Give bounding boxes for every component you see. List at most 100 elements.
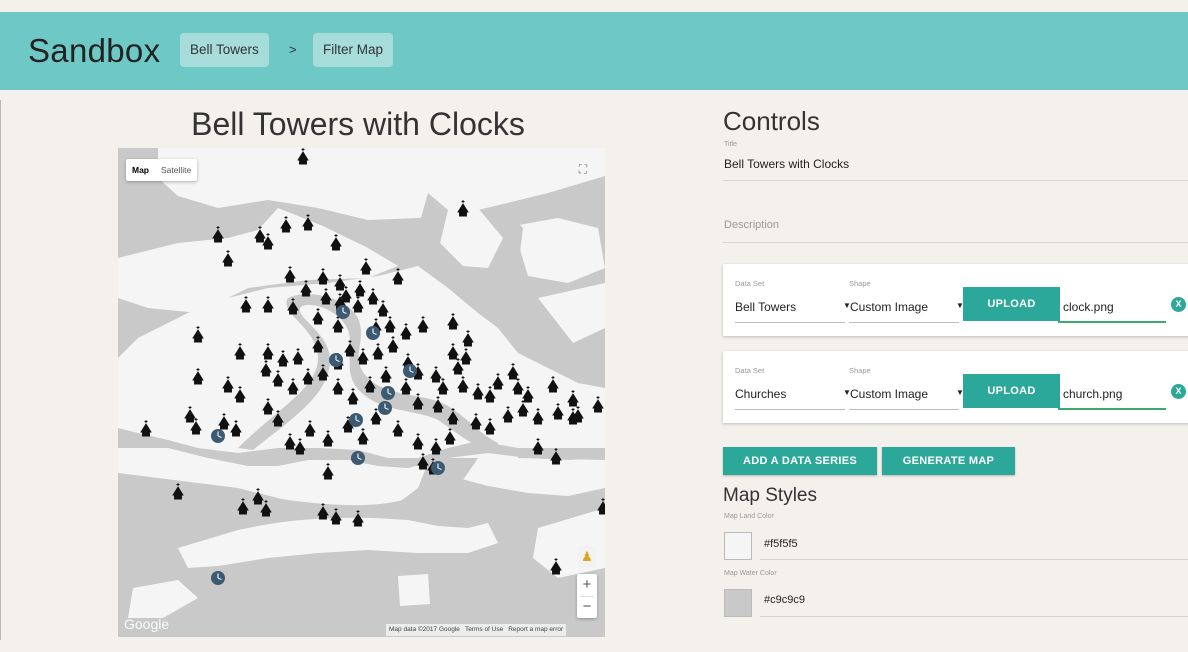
- church-icon[interactable]: [592, 396, 604, 413]
- church-icon[interactable]: [317, 503, 329, 520]
- church-icon[interactable]: [532, 438, 544, 455]
- upload-button[interactable]: UPLOAD: [963, 287, 1060, 321]
- map-type-map-button[interactable]: Map: [126, 159, 155, 181]
- church-icon[interactable]: [552, 403, 564, 420]
- church-icon[interactable]: [262, 398, 274, 415]
- church-icon[interactable]: [357, 348, 369, 365]
- church-icon[interactable]: [332, 378, 344, 395]
- church-icon[interactable]: [567, 390, 579, 407]
- church-icon[interactable]: [280, 216, 292, 233]
- church-icon[interactable]: [380, 366, 392, 383]
- church-icon[interactable]: [357, 428, 369, 445]
- church-icon[interactable]: [234, 343, 246, 360]
- church-icon[interactable]: [334, 274, 346, 291]
- church-icon[interactable]: [507, 363, 519, 380]
- church-icon[interactable]: [330, 508, 342, 525]
- church-icon[interactable]: [262, 343, 274, 360]
- church-icon[interactable]: [312, 308, 324, 325]
- church-icon[interactable]: [484, 418, 496, 435]
- church-icon[interactable]: [222, 376, 234, 393]
- church-icon[interactable]: [317, 268, 329, 285]
- church-icon[interactable]: [297, 148, 309, 165]
- church-icon[interactable]: [300, 280, 312, 297]
- church-icon[interactable]: [392, 268, 404, 285]
- church-icon[interactable]: [432, 396, 444, 413]
- church-icon[interactable]: [237, 498, 249, 515]
- church-icon[interactable]: [377, 300, 389, 317]
- church-icon[interactable]: [252, 488, 264, 505]
- church-icon[interactable]: [260, 500, 272, 517]
- church-icon[interactable]: [430, 438, 442, 455]
- church-icon[interactable]: [287, 298, 299, 315]
- church-icon[interactable]: [512, 378, 524, 395]
- church-icon[interactable]: [470, 413, 482, 430]
- shape-select[interactable]: Custom Image: [850, 387, 928, 401]
- church-icon[interactable]: [234, 386, 246, 403]
- church-icon[interactable]: [140, 420, 152, 437]
- app-brand[interactable]: Sandbox: [28, 32, 160, 70]
- church-icon[interactable]: [302, 214, 314, 231]
- clock-icon[interactable]: [351, 451, 365, 465]
- church-icon[interactable]: [347, 388, 359, 405]
- church-icon[interactable]: [547, 376, 559, 393]
- church-icon[interactable]: [492, 373, 504, 390]
- data-set-select[interactable]: Bell Towers: [735, 300, 796, 314]
- fullscreen-icon[interactable]: ⛶: [574, 160, 592, 178]
- clock-icon[interactable]: [211, 429, 225, 443]
- remove-series-button[interactable]: X: [1171, 297, 1186, 312]
- church-icon[interactable]: [322, 430, 334, 447]
- church-icon[interactable]: [457, 376, 469, 393]
- clock-icon[interactable]: [403, 364, 417, 378]
- church-icon[interactable]: [484, 386, 496, 403]
- church-icon[interactable]: [444, 428, 456, 445]
- church-icon[interactable]: [550, 448, 562, 465]
- shape-select[interactable]: Custom Image: [850, 300, 928, 314]
- church-icon[interactable]: [367, 288, 379, 305]
- breadcrumb-bell-towers[interactable]: Bell Towers: [180, 33, 269, 67]
- church-icon[interactable]: [522, 386, 534, 403]
- church-icon[interactable]: [322, 463, 334, 480]
- church-icon[interactable]: [302, 368, 314, 385]
- report-map-error-link[interactable]: Report a map error: [508, 624, 563, 636]
- church-icon[interactable]: [447, 343, 459, 360]
- title-input[interactable]: Bell Towers with Clocks: [724, 157, 849, 171]
- church-icon[interactable]: [412, 393, 424, 410]
- church-icon[interactable]: [430, 366, 442, 383]
- church-icon[interactable]: [532, 408, 544, 425]
- church-icon[interactable]: [354, 280, 366, 297]
- google-logo[interactable]: Google: [124, 616, 169, 632]
- church-icon[interactable]: [272, 410, 284, 427]
- church-icon[interactable]: [222, 250, 234, 267]
- land-color-swatch[interactable]: [724, 532, 752, 560]
- water-color-input[interactable]: #c9c9c9: [764, 594, 805, 606]
- file-name-input[interactable]: clock.png: [1063, 300, 1114, 314]
- church-icon[interactable]: [360, 258, 372, 275]
- church-icon[interactable]: [294, 438, 306, 455]
- church-icon[interactable]: [472, 383, 484, 400]
- water-color-swatch[interactable]: [724, 589, 752, 617]
- data-set-select[interactable]: Churches: [735, 387, 786, 401]
- church-icon[interactable]: [384, 316, 396, 333]
- church-icon[interactable]: [277, 350, 289, 367]
- map-view[interactable]: Map Satellite ⛶ ♟ + − Google Map data ©2…: [118, 148, 605, 637]
- clock-icon[interactable]: [381, 386, 395, 400]
- church-icon[interactable]: [460, 348, 472, 365]
- church-icon[interactable]: [172, 483, 184, 500]
- map-type-satellite-button[interactable]: Satellite: [155, 159, 197, 181]
- clock-icon[interactable]: [366, 326, 380, 340]
- church-icon[interactable]: [192, 326, 204, 343]
- clock-icon[interactable]: [329, 353, 343, 367]
- church-icon[interactable]: [447, 313, 459, 330]
- church-icon[interactable]: [284, 266, 296, 283]
- land-color-input[interactable]: #f5f5f5: [764, 538, 798, 550]
- church-icon[interactable]: [317, 364, 329, 381]
- description-input[interactable]: Description: [724, 219, 779, 231]
- clock-icon[interactable]: [431, 461, 445, 475]
- church-icon[interactable]: [597, 498, 605, 515]
- pegman-icon[interactable]: ♟: [578, 546, 596, 568]
- church-icon[interactable]: [364, 376, 376, 393]
- church-icon[interactable]: [240, 296, 252, 313]
- church-icon[interactable]: [400, 378, 412, 395]
- church-icon[interactable]: [230, 420, 242, 437]
- generate-map-button[interactable]: GENERATE MAP: [882, 447, 1015, 475]
